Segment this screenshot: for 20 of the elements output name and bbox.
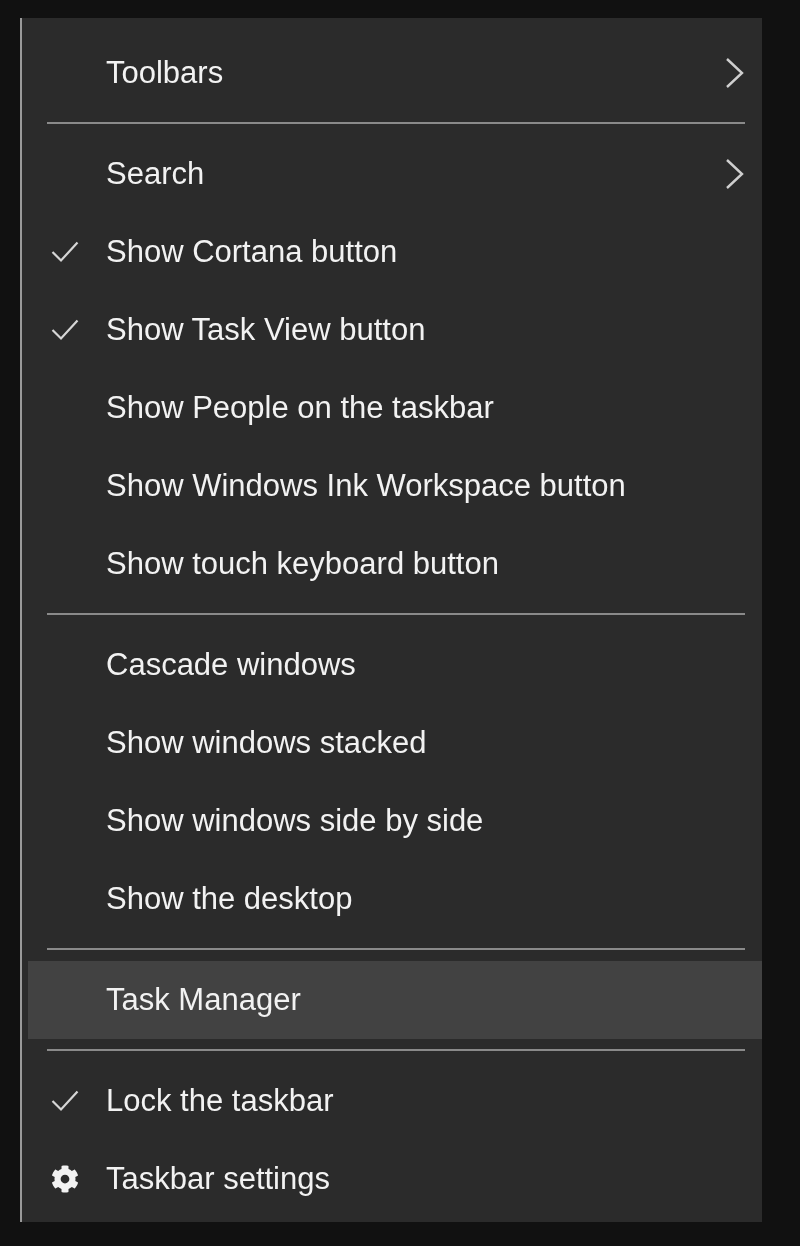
menu-item[interactable]: Cascade windows bbox=[28, 626, 762, 704]
chevron-right-icon bbox=[725, 158, 745, 190]
menu-item[interactable]: Show windows side by side bbox=[28, 782, 762, 860]
menu-item[interactable]: Show People on the taskbar bbox=[28, 369, 762, 447]
check-icon bbox=[51, 241, 79, 263]
menu-item[interactable]: Show the desktop bbox=[28, 860, 762, 938]
menu-item[interactable]: Show Windows Ink Workspace button bbox=[28, 447, 762, 525]
menu-item[interactable]: Show windows stacked bbox=[28, 704, 762, 782]
check-icon bbox=[51, 1090, 79, 1112]
menu-item[interactable]: Lock the taskbar bbox=[28, 1062, 762, 1140]
settings-icon bbox=[51, 1165, 79, 1193]
menu-item[interactable]: Show Cortana button bbox=[28, 213, 762, 291]
menu-item[interactable]: Task Manager bbox=[28, 961, 762, 1039]
check-icon bbox=[51, 319, 79, 341]
menu-item[interactable]: Show touch keyboard button bbox=[28, 525, 762, 603]
menu-item[interactable]: Toolbars bbox=[28, 34, 762, 112]
chevron-right-icon bbox=[725, 57, 745, 89]
menu-item[interactable]: Taskbar settings bbox=[28, 1140, 762, 1218]
menu-item[interactable]: Show Task View button bbox=[28, 291, 762, 369]
menu-item[interactable]: Search bbox=[28, 135, 762, 213]
